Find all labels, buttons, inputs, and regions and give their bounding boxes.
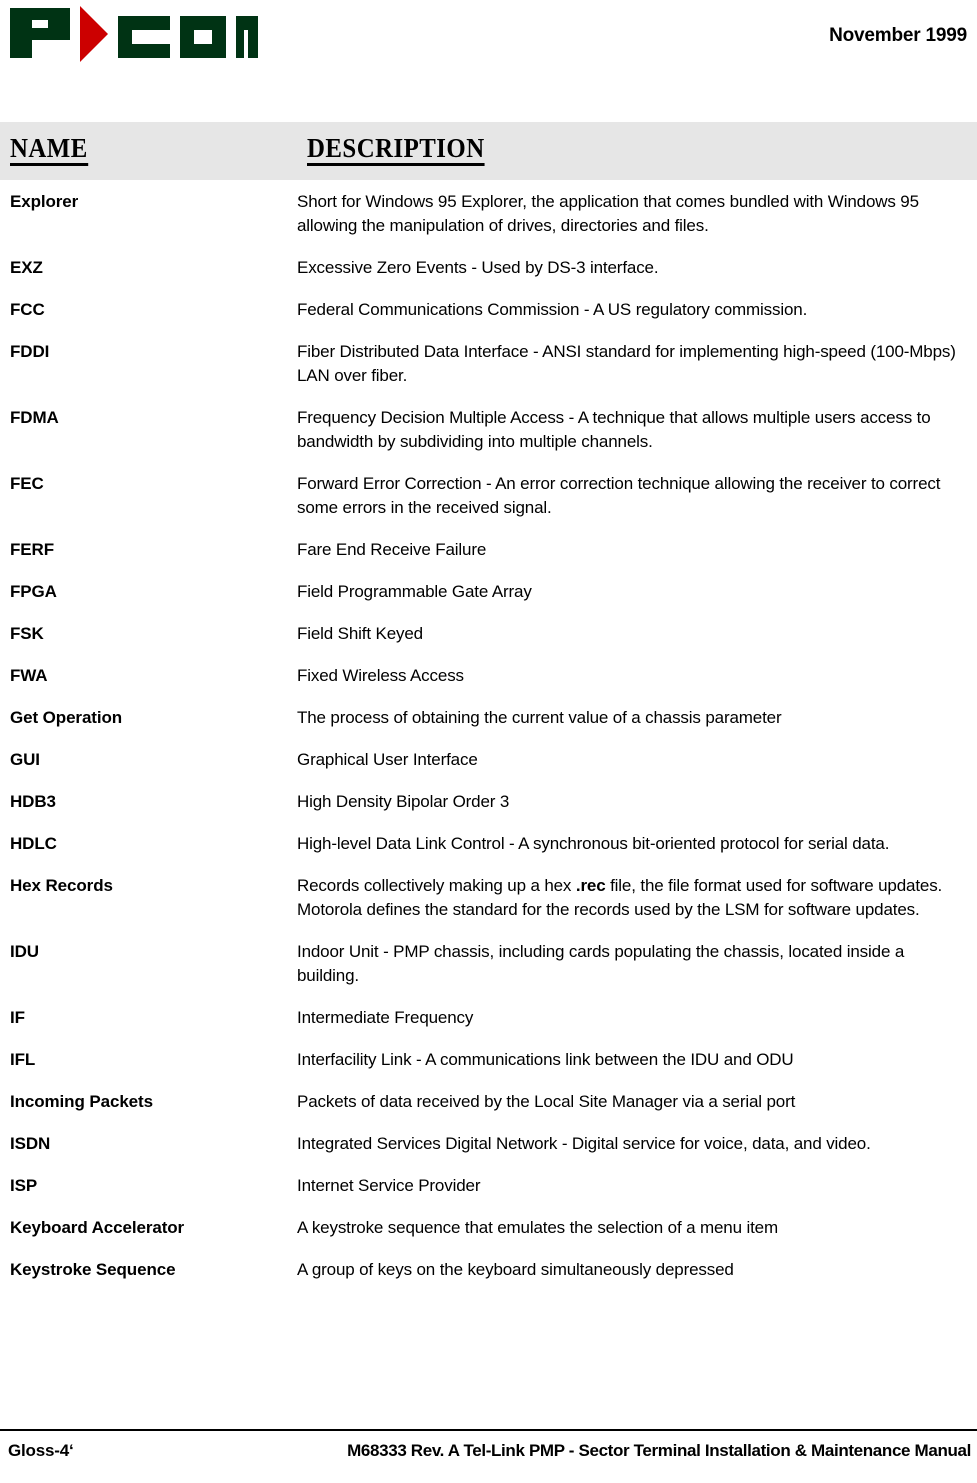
table-row: FWA Fixed Wireless Access bbox=[0, 664, 977, 688]
glossary-term: IFL bbox=[10, 1050, 36, 1069]
glossary-definition: Internet Service Provider bbox=[297, 1176, 481, 1195]
glossary-definition: Fixed Wireless Access bbox=[297, 666, 464, 685]
glossary-definition: Fiber Distributed Data Interface - ANSI … bbox=[297, 342, 956, 385]
page-header: November 1999 bbox=[0, 0, 977, 118]
glossary-definition: Records collectively making up a hex .re… bbox=[297, 876, 943, 919]
glossary-term: HDB3 bbox=[10, 792, 56, 811]
glossary-definition: Excessive Zero Events - Used by DS-3 int… bbox=[297, 258, 659, 277]
glossary-table: Explorer Short for Windows 95 Explorer, t… bbox=[0, 190, 977, 1300]
table-row: FERF Fare End Receive Failure bbox=[0, 538, 977, 562]
glossary-term: FEC bbox=[10, 474, 44, 493]
table-row: FDDI Fiber Distributed Data Interface - A… bbox=[0, 340, 977, 388]
glossary-term: Explorer bbox=[10, 192, 79, 211]
table-row: ISDN Integrated Services Digital Network … bbox=[0, 1132, 977, 1156]
glossary-term: Keyboard Accelerator bbox=[10, 1218, 185, 1237]
glossary-term: EXZ bbox=[10, 258, 43, 277]
glossary-definition: Interfacility Link - A communications li… bbox=[297, 1050, 794, 1069]
glossary-term: IF bbox=[10, 1008, 25, 1027]
glossary-term: GUI bbox=[10, 750, 40, 769]
table-row: FEC Forward Error Correction - An error c… bbox=[0, 472, 977, 520]
glossary-term: IDU bbox=[10, 942, 39, 961]
glossary-term: FDMA bbox=[10, 408, 59, 427]
glossary-definition: High Density Bipolar Order 3 bbox=[297, 792, 510, 811]
table-row: Explorer Short for Windows 95 Explorer, t… bbox=[0, 190, 977, 238]
document-date: November 1999 bbox=[829, 25, 967, 46]
column-header-name: NAME bbox=[10, 134, 88, 167]
table-row: Hex Records Records collectively making u… bbox=[0, 874, 977, 922]
glossary-definition: Indoor Unit - PMP chassis, including car… bbox=[297, 942, 905, 985]
table-row: IDU Indoor Unit - PMP chassis, including … bbox=[0, 940, 977, 988]
glossary-definition: Fare End Receive Failure bbox=[297, 540, 487, 559]
glossary-term: FPGA bbox=[10, 582, 57, 601]
glossary-term: FWA bbox=[10, 666, 48, 685]
table-header-band: NAME DESCRIPTION bbox=[0, 122, 977, 180]
footer-divider bbox=[0, 1429, 977, 1431]
glossary-definition: Intermediate Frequency bbox=[297, 1008, 474, 1027]
footer-document-title: M68333 Rev. A Tel-Link PMP - Sector Term… bbox=[347, 1441, 971, 1460]
table-row: Keyboard Accelerator A keystroke sequence… bbox=[0, 1216, 977, 1240]
pcom-logo-icon bbox=[10, 6, 258, 62]
glossary-term: ISP bbox=[10, 1176, 38, 1195]
glossary-term: HDLC bbox=[10, 834, 57, 853]
glossary-term: Incoming Packets bbox=[10, 1092, 153, 1111]
glossary-term: FERF bbox=[10, 540, 54, 559]
glossary-term: Get Operation bbox=[10, 708, 123, 727]
glossary-definition: Packets of data received by the Local Si… bbox=[297, 1092, 796, 1111]
glossary-definition: Frequency Decision Multiple Access - A t… bbox=[297, 408, 931, 451]
table-row: HDLC High-level Data Link Control - A syn… bbox=[0, 832, 977, 856]
glossary-definition: Short for Windows 95 Explorer, the appli… bbox=[297, 192, 919, 235]
table-row: FCC Federal Communications Commission - A… bbox=[0, 298, 977, 322]
table-row: Get Operation The process of obtaining th… bbox=[0, 706, 977, 730]
glossary-definition: Graphical User Interface bbox=[297, 750, 478, 769]
table-row: Keystroke Sequence A group of keys on the… bbox=[0, 1258, 977, 1282]
glossary-term: FCC bbox=[10, 300, 45, 319]
glossary-term: FDDI bbox=[10, 342, 50, 361]
glossary-term: Hex Records bbox=[10, 876, 113, 895]
pcom-logo bbox=[8, 6, 258, 62]
glossary-definition: Field Programmable Gate Array bbox=[297, 582, 532, 601]
footer-page-label: Gloss-4‘ bbox=[8, 1441, 74, 1460]
page-footer: Gloss-4‘ M68333 Rev. A Tel-Link PMP - Se… bbox=[0, 1421, 977, 1483]
table-row: ISP Internet Service Provider bbox=[0, 1174, 977, 1198]
glossary-definition: Forward Error Correction - An error corr… bbox=[297, 474, 941, 517]
table-row: Incoming Packets Packets of data received… bbox=[0, 1090, 977, 1114]
glossary-definition: Field Shift Keyed bbox=[297, 624, 423, 643]
glossary-term: ISDN bbox=[10, 1134, 51, 1153]
table-row: IF Intermediate Frequency bbox=[0, 1006, 977, 1030]
column-header-description: DESCRIPTION bbox=[307, 134, 485, 167]
table-row: GUI Graphical User Interface bbox=[0, 748, 977, 772]
glossary-definition: Federal Communications Commission - A US… bbox=[297, 300, 808, 319]
table-row: FDMA Frequency Decision Multiple Access -… bbox=[0, 406, 977, 454]
table-row: HDB3 High Density Bipolar Order 3 bbox=[0, 790, 977, 814]
table-row: EXZ Excessive Zero Events - Used by DS-3 … bbox=[0, 256, 977, 280]
table-row: FPGA Field Programmable Gate Array bbox=[0, 580, 977, 604]
glossary-definition: A keystroke sequence that emulates the s… bbox=[297, 1218, 778, 1237]
glossary-definition: High-level Data Link Control - A synchro… bbox=[297, 834, 890, 853]
glossary-term: Keystroke Sequence bbox=[10, 1260, 176, 1279]
glossary-definition: A group of keys on the keyboard simultan… bbox=[297, 1260, 734, 1279]
table-row: IFL Interfacility Link - A communications… bbox=[0, 1048, 977, 1072]
glossary-definition: The process of obtaining the current val… bbox=[297, 708, 782, 727]
glossary-definition: Integrated Services Digital Network - Di… bbox=[297, 1134, 871, 1153]
table-row: FSK Field Shift Keyed bbox=[0, 622, 977, 646]
glossary-term: FSK bbox=[10, 624, 44, 643]
